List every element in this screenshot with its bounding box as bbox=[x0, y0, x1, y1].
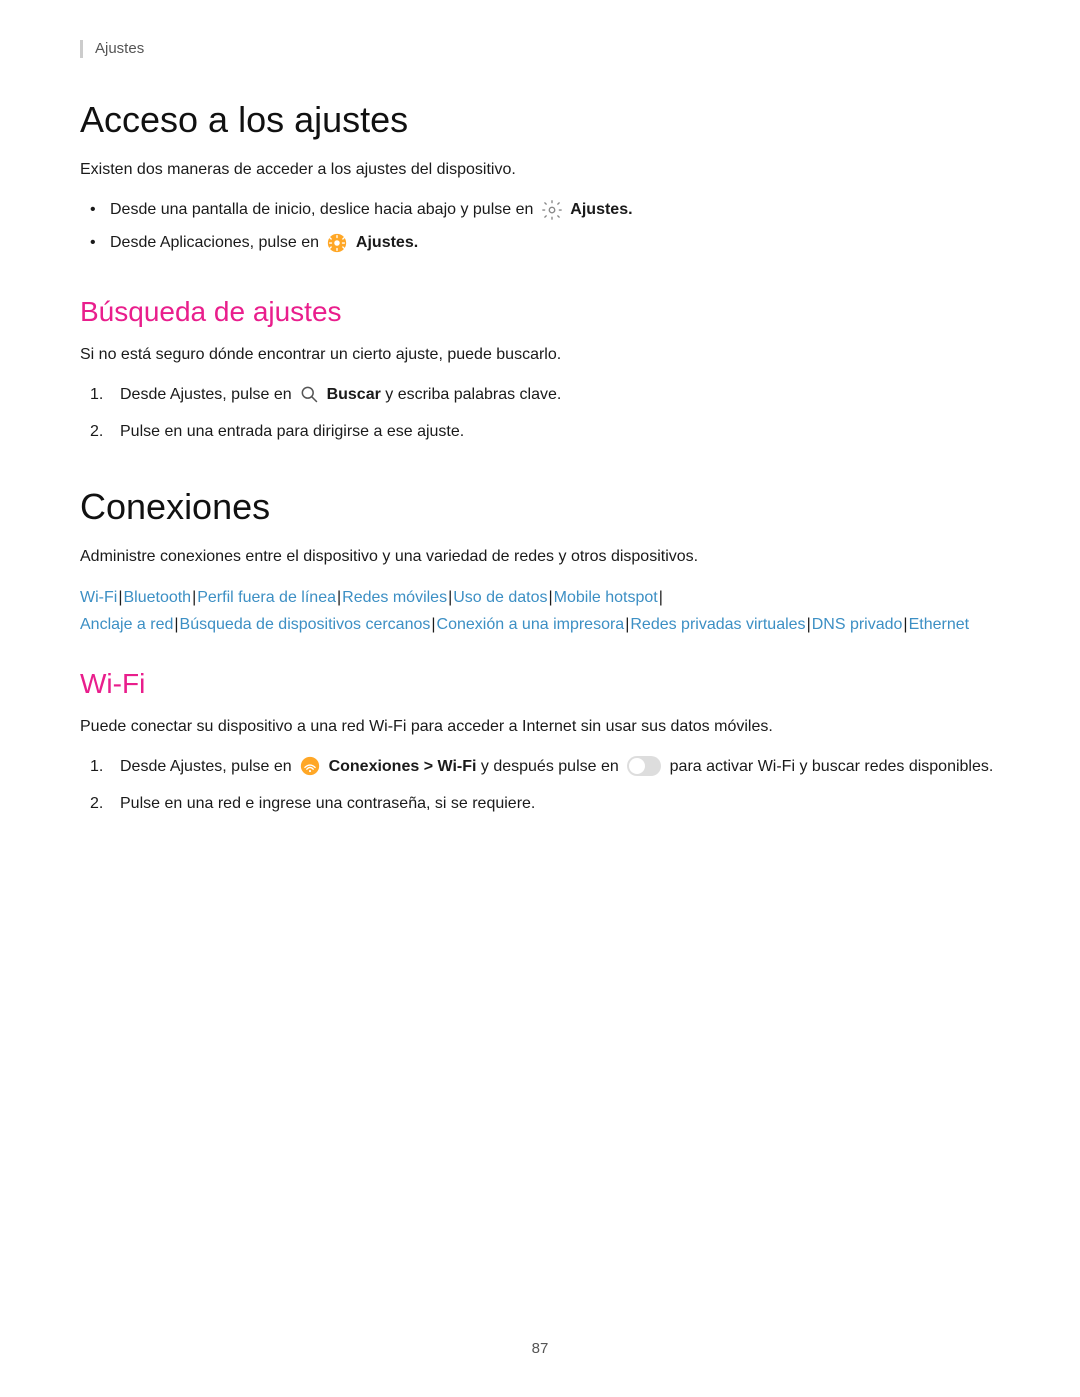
acceso-intro: Existen dos maneras de acceder a los aju… bbox=[80, 157, 1000, 183]
busqueda-steps: 1. Desde Ajustes, pulse en Buscar y escr… bbox=[80, 382, 1000, 445]
wifi-step-2: 2. Pulse en una red e ingrese una contra… bbox=[90, 791, 1000, 817]
conexiones-title: Conexiones bbox=[80, 485, 1000, 528]
section-busqueda: Búsqueda de ajustes Si no está seguro dó… bbox=[80, 296, 1000, 445]
toggle-switch-icon bbox=[627, 756, 661, 776]
section-wifi: Wi-Fi Puede conectar su dispositivo a un… bbox=[80, 668, 1000, 817]
link-anclaje-red[interactable]: Anclaje a red bbox=[80, 616, 173, 633]
search-icon bbox=[299, 384, 319, 404]
link-mobile-hotspot[interactable]: Mobile hotspot bbox=[554, 589, 658, 606]
link-uso-datos[interactable]: Uso de datos bbox=[453, 589, 547, 606]
section-acceso: Acceso a los ajustes Existen dos maneras… bbox=[80, 98, 1000, 256]
wifi-step-1: 1. Desde Ajustes, pulse en Conexiones > … bbox=[90, 754, 1000, 780]
link-redes-privadas[interactable]: Redes privadas virtuales bbox=[630, 616, 805, 633]
conexiones-links: Wi-Fi|Bluetooth|Perfil fuera de línea|Re… bbox=[80, 584, 1000, 638]
link-redes-moviles[interactable]: Redes móviles bbox=[342, 589, 447, 606]
busqueda-step-2: 2. Pulse en una entrada para dirigirse a… bbox=[90, 419, 1000, 445]
link-wifi[interactable]: Wi-Fi bbox=[80, 589, 117, 606]
settings-app-icon bbox=[326, 232, 348, 254]
busqueda-title: Búsqueda de ajustes bbox=[80, 296, 1000, 328]
link-dns-privado[interactable]: DNS privado bbox=[812, 616, 903, 633]
acceso-bullet-1: Desde una pantalla de inicio, deslice ha… bbox=[90, 197, 1000, 223]
conexiones-intro: Administre conexiones entre el dispositi… bbox=[80, 544, 1000, 570]
link-bluetooth[interactable]: Bluetooth bbox=[123, 589, 191, 606]
link-perfil-fuera-linea[interactable]: Perfil fuera de línea bbox=[197, 589, 336, 606]
link-conexion-impresora[interactable]: Conexión a una impresora bbox=[437, 616, 625, 633]
wifi-title: Wi-Fi bbox=[80, 668, 1000, 700]
busqueda-intro: Si no está seguro dónde encontrar un cie… bbox=[80, 342, 1000, 368]
breadcrumb-label: Ajustes bbox=[95, 40, 144, 57]
link-busqueda-dispositivos[interactable]: Búsqueda de dispositivos cercanos bbox=[180, 616, 431, 633]
page-number: 87 bbox=[532, 1340, 549, 1357]
breadcrumb: Ajustes bbox=[80, 40, 1000, 58]
gear-icon bbox=[541, 199, 563, 221]
link-ethernet[interactable]: Ethernet bbox=[909, 616, 969, 633]
wifi-steps: 1. Desde Ajustes, pulse en Conexiones > … bbox=[80, 754, 1000, 817]
busqueda-step-1: 1. Desde Ajustes, pulse en Buscar y escr… bbox=[90, 382, 1000, 408]
section-conexiones: Conexiones Administre conexiones entre e… bbox=[80, 485, 1000, 638]
wifi-intro: Puede conectar su dispositivo a una red … bbox=[80, 714, 1000, 740]
acceso-title: Acceso a los ajustes bbox=[80, 98, 1000, 141]
acceso-bullets: Desde una pantalla de inicio, deslice ha… bbox=[80, 197, 1000, 256]
acceso-bullet-2: Desde Aplicaciones, pulse en Ajustes. bbox=[90, 230, 1000, 256]
wifi-connections-icon bbox=[299, 755, 321, 777]
